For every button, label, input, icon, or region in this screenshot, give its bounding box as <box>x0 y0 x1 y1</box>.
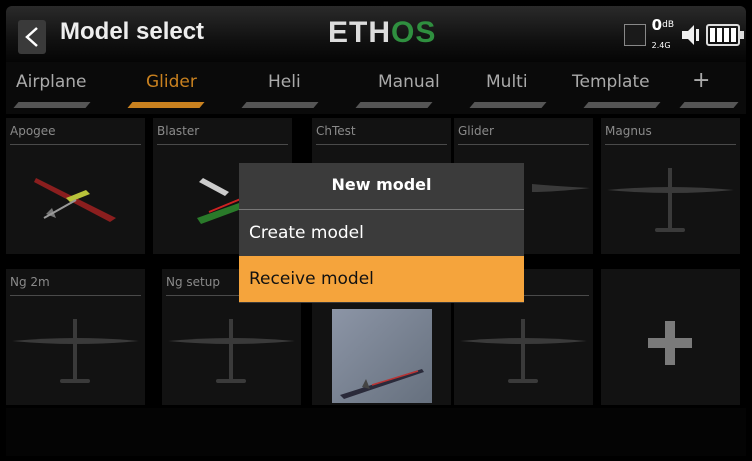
tab-glider[interactable]: Glider <box>146 72 197 92</box>
tab-underline <box>241 102 319 108</box>
glider-silhouette-icon <box>12 319 139 383</box>
back-button[interactable] <box>18 20 46 54</box>
tab-template[interactable]: Template <box>572 72 650 92</box>
tab-underline <box>679 102 739 108</box>
rf-value: 0 <box>651 15 663 34</box>
title-bar: Model select ETHOS 0dB 2.4G <box>6 6 746 62</box>
glider-silhouette-icon <box>607 168 734 232</box>
glider-silhouette-icon <box>460 319 587 383</box>
rf-indicator-icon <box>623 24 646 46</box>
tab-underline <box>469 102 547 108</box>
chevron-left-icon <box>25 27 38 47</box>
plus-icon <box>648 321 692 365</box>
tab-add[interactable]: + <box>692 68 710 93</box>
add-model-button[interactable] <box>601 269 740 405</box>
ethos-logo: ETHOS <box>328 16 436 50</box>
category-tabs: Airplane Glider Heli Manual Multi Templa… <box>6 62 746 114</box>
tab-underline <box>13 102 91 108</box>
battery-icon <box>706 24 744 46</box>
glider-silhouette-icon <box>168 319 295 383</box>
tab-underline <box>355 102 433 108</box>
status-area: 0dB 2.4G <box>623 15 744 53</box>
model-name: Ng 2m <box>10 275 50 289</box>
logo-accent-text: OS <box>391 16 437 49</box>
model-card[interactable]: Magnus <box>601 118 740 254</box>
tab-heli[interactable]: Heli <box>268 72 301 92</box>
speaker-icon <box>682 25 699 45</box>
model-name: ChTest <box>316 124 356 138</box>
tab-airplane[interactable]: Airplane <box>16 72 87 92</box>
dialog-title: New model <box>239 163 524 210</box>
model-name: Glider <box>458 124 494 138</box>
receive-model-option[interactable]: Receive model <box>239 256 524 302</box>
rf-readout: 0dB 2.4G <box>651 15 674 53</box>
rf-unit: dB <box>662 19 674 30</box>
red-glider-icon <box>34 178 116 222</box>
model-name: Apogee <box>10 124 56 138</box>
tab-underline <box>583 102 661 108</box>
create-model-option[interactable]: Create model <box>239 210 524 256</box>
tab-underline-active <box>127 102 205 108</box>
tab-multi[interactable]: Multi <box>486 72 528 92</box>
rf-band: 2.4G <box>651 40 671 50</box>
model-name: Magnus <box>605 124 652 138</box>
model-name: Blaster <box>157 124 200 138</box>
tab-manual[interactable]: Manual <box>378 72 440 92</box>
glider-photo <box>332 309 432 403</box>
model-name: Ng setup <box>166 275 220 289</box>
page-title: Model select <box>60 18 205 45</box>
model-card[interactable]: Apogee <box>6 118 145 254</box>
bottom-bar <box>6 408 746 456</box>
model-card[interactable]: Ng 2m <box>6 269 145 405</box>
logo-main-text: ETH <box>328 16 391 49</box>
new-model-dialog: New model Create model Receive model <box>239 163 524 303</box>
